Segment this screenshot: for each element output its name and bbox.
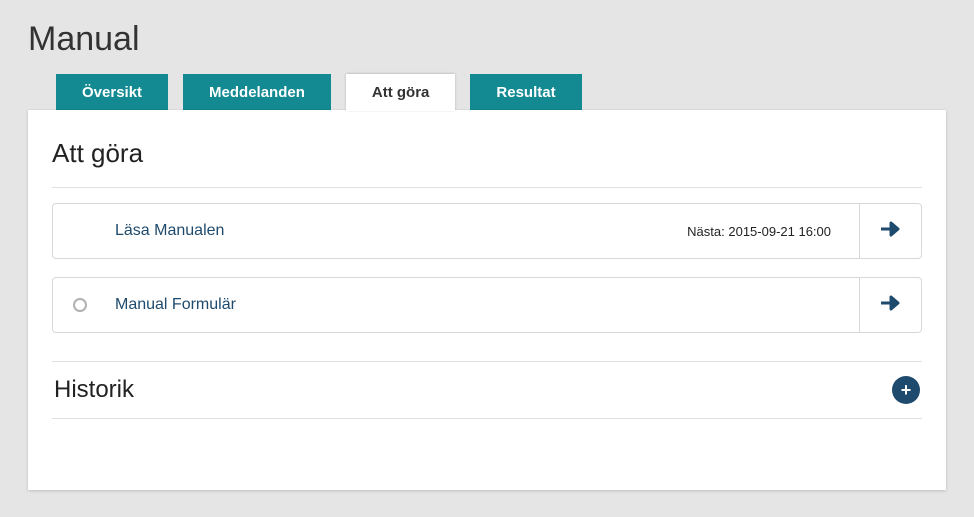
expand-history-button[interactable]: + bbox=[892, 376, 920, 404]
arrow-right-icon bbox=[879, 294, 903, 317]
arrow-right-icon bbox=[879, 220, 903, 243]
tab-messages[interactable]: Meddelanden bbox=[183, 74, 331, 111]
page-title: Manual bbox=[28, 20, 974, 59]
divider bbox=[52, 187, 922, 188]
tab-results[interactable]: Resultat bbox=[470, 74, 581, 111]
history-section: Historik + bbox=[52, 361, 922, 419]
open-button[interactable] bbox=[859, 204, 921, 258]
tab-bar: Översikt Meddelanden Att göra Resultat bbox=[56, 74, 946, 111]
todo-item[interactable]: Läsa Manualen Nästa: 2015-09-21 16:00 bbox=[52, 203, 922, 259]
todo-item[interactable]: Manual Formulär bbox=[52, 277, 922, 333]
open-button[interactable] bbox=[859, 278, 921, 332]
section-title: Att göra bbox=[52, 138, 922, 169]
tab-todo[interactable]: Att göra bbox=[346, 74, 456, 111]
todo-title: Läsa Manualen bbox=[115, 222, 224, 240]
history-title: Historik bbox=[54, 376, 134, 404]
todo-title: Manual Formulär bbox=[115, 296, 236, 314]
tab-overview[interactable]: Översikt bbox=[56, 74, 168, 111]
plus-icon: + bbox=[901, 380, 912, 401]
todo-panel: Att göra Läsa Manualen Nästa: 2015-09-21… bbox=[28, 110, 946, 490]
radio-icon[interactable] bbox=[73, 298, 87, 312]
todo-meta: Nästa: 2015-09-21 16:00 bbox=[687, 224, 831, 239]
